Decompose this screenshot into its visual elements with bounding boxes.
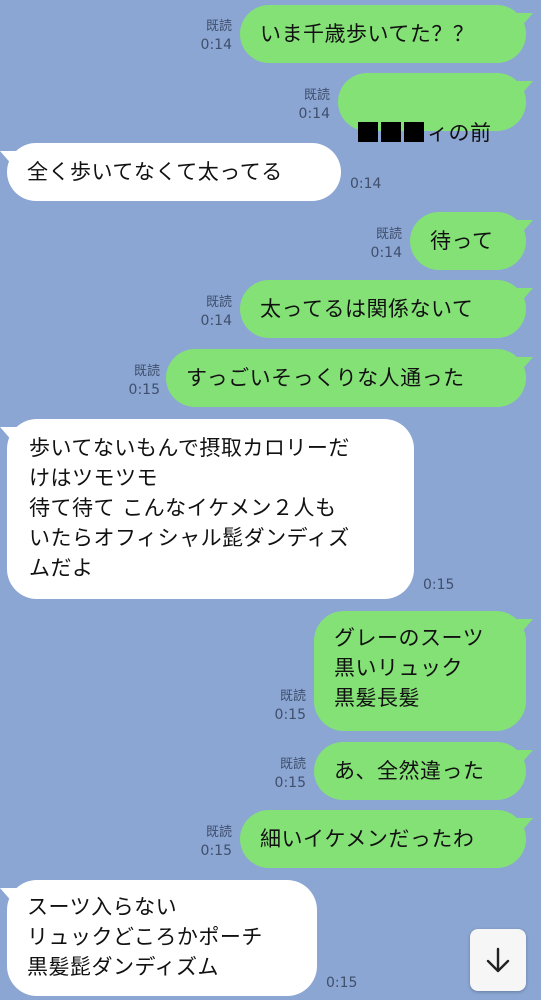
read-receipt: 既読 [279,689,306,704]
message-meta: 0:15 [326,974,357,992]
message-bubble[interactable]: 待って [410,212,526,270]
message-time: 0:15 [200,843,232,859]
message-meta: 既読 0:15 [264,688,306,724]
message-time: 0:15 [423,577,455,593]
message-bubble[interactable]: グレーのスーツ 黒いリュック 黒髪長髪 [314,611,526,731]
message-time: 0:14 [298,106,330,122]
message-bubble[interactable]: 全く歩いてなくて太ってる [7,143,341,201]
read-receipt: 既読 [205,19,232,34]
message-time: 0:15 [326,975,358,991]
scroll-to-bottom-button[interactable] [470,929,526,991]
message-time: 0:14 [370,245,402,261]
message-time: 0:14 [200,37,232,53]
message-meta: 0:15 [423,576,454,594]
read-receipt: 既読 [303,88,330,103]
message-meta: 既読 0:15 [190,824,232,860]
message-meta: 既読 0:15 [118,363,160,399]
message-bubble[interactable]: スーツ入らない リュックどころかポーチ 黒髪髭ダンディズム [7,880,317,996]
message-bubble[interactable]: 歩いてないもんで摂取カロリーだ けはツモツモ 待て待て こんなイケメン２人も い… [7,419,414,599]
message-meta: 0:14 [350,175,381,193]
message-time: 0:14 [200,313,232,329]
message-bubble[interactable]: 細いイケメンだったわ [240,810,526,868]
message-meta: 既読 0:15 [264,756,306,792]
message-meta: 既読 0:14 [288,87,330,123]
message-meta: 既読 0:14 [190,294,232,330]
message-meta: 既読 0:14 [360,226,402,262]
message-time: 0:15 [274,775,306,791]
message-bubble[interactable]: ィの前 [338,73,526,145]
read-receipt: 既読 [205,825,232,840]
message-time: 0:15 [128,382,160,398]
read-receipt: 既読 [375,227,402,242]
chat-area[interactable]: 既読 0:14 いま千歳歩いてた？？ 既読 0:14 ィの前 全く歩いてなくて太… [0,0,541,1000]
message-bubble[interactable]: いま千歳歩いてた？？ [240,5,526,63]
redacted-block [358,122,378,142]
read-receipt: 既読 [279,757,306,772]
message-text: ィの前 [427,121,492,145]
message-bubble[interactable]: あ、全然違った [314,742,526,800]
redacted-block [381,122,401,142]
message-time: 0:14 [350,176,382,192]
message-time: 0:15 [274,707,306,723]
message-bubble[interactable]: 太ってるは関係ないて [240,280,526,338]
arrow-down-icon [486,947,510,973]
message-bubble[interactable]: すっごいそっくりな人通った [166,349,526,407]
read-receipt: 既読 [133,364,160,379]
read-receipt: 既読 [205,295,232,310]
redacted-block [404,122,424,142]
message-meta: 既読 0:14 [190,18,232,54]
